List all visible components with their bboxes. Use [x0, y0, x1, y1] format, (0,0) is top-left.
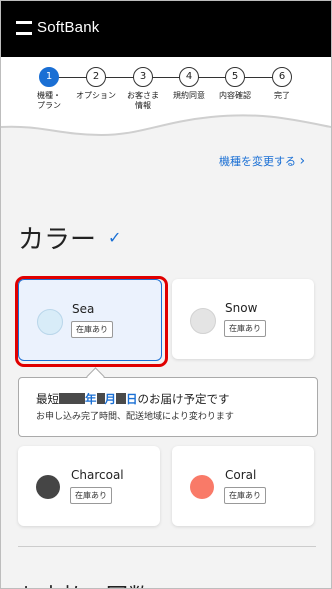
- delivery-estimate: 最短 年月日のお届け予定です: [36, 391, 230, 407]
- step-label: 完了: [274, 91, 290, 100]
- brand-name: SoftBank: [37, 19, 100, 36]
- color-swatch: [190, 308, 216, 334]
- delivery-year-label: 年: [85, 392, 97, 406]
- stock-badge: 在庫あり: [224, 487, 266, 504]
- payment-section-title: お支払い回数: [18, 579, 150, 588]
- step-number: 3: [133, 67, 153, 87]
- color-option-sea[interactable]: Sea 在庫あり: [18, 279, 162, 361]
- color-option-snow[interactable]: Snow 在庫あり: [172, 279, 314, 359]
- section-divider: [18, 546, 316, 547]
- color-name: Charcoal: [71, 468, 124, 482]
- softbank-logo[interactable]: SoftBank: [16, 19, 99, 36]
- change-device-link-text: 機種を変更する: [219, 155, 296, 168]
- delivery-prefix: 最短: [36, 392, 59, 406]
- redacted-month: [96, 393, 105, 404]
- chevron-right-icon: ›: [299, 153, 306, 169]
- color-name: Snow: [225, 301, 258, 315]
- color-heading: カラー: [18, 225, 97, 255]
- color-name: Sea: [72, 302, 95, 316]
- color-swatch: [37, 309, 63, 335]
- step-number: 1: [39, 67, 59, 87]
- progress-steps: 1 機種・ プラン 2 オプション 3 お客さま 情報 4 規約同意 5 内容確…: [1, 57, 331, 127]
- step-number: 5: [225, 67, 245, 87]
- color-option-coral[interactable]: Coral 在庫あり: [172, 446, 314, 526]
- delivery-notice: 最短 年月日のお届け予定です お申し込み完了時間、配送地域により変わります: [18, 377, 318, 437]
- stock-badge: 在庫あり: [71, 321, 113, 338]
- header-bar: SoftBank: [1, 1, 331, 57]
- delivery-note: お申し込み完了時間、配送地域により変わります: [36, 412, 234, 422]
- step-6: 6 完了: [254, 67, 310, 101]
- color-swatch: [190, 475, 214, 499]
- redacted-year: [59, 393, 85, 404]
- step-number: 4: [179, 67, 199, 87]
- delivery-suffix: のお届け予定です: [137, 392, 230, 406]
- color-swatch: [36, 475, 60, 499]
- softbank-logo-icon: [16, 20, 32, 35]
- color-section-title: カラー ✓: [18, 219, 121, 256]
- stock-badge: 在庫あり: [224, 320, 266, 337]
- color-name: Coral: [225, 468, 257, 482]
- redacted-day: [116, 393, 126, 404]
- step-number: 2: [86, 67, 106, 87]
- check-icon: ✓: [108, 228, 122, 247]
- change-device-link[interactable]: 機種を変更する ›: [219, 153, 305, 169]
- stock-badge: 在庫あり: [70, 487, 112, 504]
- color-option-charcoal[interactable]: Charcoal 在庫あり: [18, 446, 160, 526]
- step-number: 6: [272, 67, 292, 87]
- phone-frame: SoftBank 1 機種・ プラン 2 オプション 3 お客さま 情報 4 規…: [0, 0, 332, 589]
- delivery-day-label: 日: [126, 392, 138, 406]
- delivery-month-label: 月: [104, 392, 117, 406]
